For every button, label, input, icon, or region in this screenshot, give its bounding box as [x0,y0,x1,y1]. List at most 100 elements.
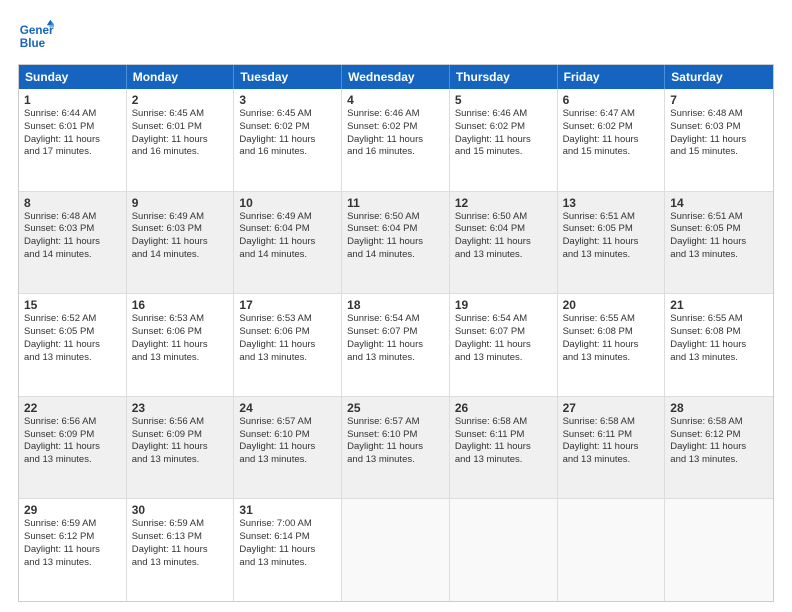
day-number: 3 [239,93,336,107]
calendar-row: 15Sunrise: 6:52 AM Sunset: 6:05 PM Dayli… [19,293,773,396]
day-info: Sunrise: 6:54 AM Sunset: 6:07 PM Dayligh… [347,313,444,364]
svg-text:General: General [20,24,54,37]
day-number: 13 [563,196,660,210]
day-number: 12 [455,196,552,210]
day-number: 8 [24,196,121,210]
header: General Blue [18,18,774,54]
day-number: 29 [24,503,121,517]
day-cell-16: 16Sunrise: 6:53 AM Sunset: 6:06 PM Dayli… [127,294,235,396]
day-cell-20: 20Sunrise: 6:55 AM Sunset: 6:08 PM Dayli… [558,294,666,396]
day-number: 30 [132,503,229,517]
day-cell-31: 31Sunrise: 7:00 AM Sunset: 6:14 PM Dayli… [234,499,342,601]
day-info: Sunrise: 6:49 AM Sunset: 6:03 PM Dayligh… [132,211,229,262]
day-info: Sunrise: 6:56 AM Sunset: 6:09 PM Dayligh… [24,416,121,467]
day-number: 17 [239,298,336,312]
day-info: Sunrise: 6:58 AM Sunset: 6:11 PM Dayligh… [563,416,660,467]
day-cell-26: 26Sunrise: 6:58 AM Sunset: 6:11 PM Dayli… [450,397,558,499]
day-info: Sunrise: 6:48 AM Sunset: 6:03 PM Dayligh… [24,211,121,262]
day-info: Sunrise: 7:00 AM Sunset: 6:14 PM Dayligh… [239,518,336,569]
day-info: Sunrise: 6:52 AM Sunset: 6:05 PM Dayligh… [24,313,121,364]
day-number: 6 [563,93,660,107]
day-cell-18: 18Sunrise: 6:54 AM Sunset: 6:07 PM Dayli… [342,294,450,396]
calendar-row: 8Sunrise: 6:48 AM Sunset: 6:03 PM Daylig… [19,191,773,294]
day-cell-9: 9Sunrise: 6:49 AM Sunset: 6:03 PM Daylig… [127,192,235,294]
day-info: Sunrise: 6:59 AM Sunset: 6:13 PM Dayligh… [132,518,229,569]
day-info: Sunrise: 6:57 AM Sunset: 6:10 PM Dayligh… [347,416,444,467]
day-cell-12: 12Sunrise: 6:50 AM Sunset: 6:04 PM Dayli… [450,192,558,294]
day-number: 23 [132,401,229,415]
day-number: 11 [347,196,444,210]
header-cell-monday: Monday [127,65,235,89]
day-info: Sunrise: 6:50 AM Sunset: 6:04 PM Dayligh… [455,211,552,262]
day-info: Sunrise: 6:45 AM Sunset: 6:01 PM Dayligh… [132,108,229,159]
day-info: Sunrise: 6:58 AM Sunset: 6:12 PM Dayligh… [670,416,768,467]
day-info: Sunrise: 6:59 AM Sunset: 6:12 PM Dayligh… [24,518,121,569]
day-cell-19: 19Sunrise: 6:54 AM Sunset: 6:07 PM Dayli… [450,294,558,396]
day-cell-8: 8Sunrise: 6:48 AM Sunset: 6:03 PM Daylig… [19,192,127,294]
day-cell-25: 25Sunrise: 6:57 AM Sunset: 6:10 PM Dayli… [342,397,450,499]
day-info: Sunrise: 6:47 AM Sunset: 6:02 PM Dayligh… [563,108,660,159]
day-cell-7: 7Sunrise: 6:48 AM Sunset: 6:03 PM Daylig… [665,89,773,191]
logo: General Blue [18,18,58,54]
day-cell-3: 3Sunrise: 6:45 AM Sunset: 6:02 PM Daylig… [234,89,342,191]
header-cell-tuesday: Tuesday [234,65,342,89]
logo-icon: General Blue [18,18,54,54]
day-number: 9 [132,196,229,210]
calendar-body: 1Sunrise: 6:44 AM Sunset: 6:01 PM Daylig… [19,89,773,601]
day-info: Sunrise: 6:55 AM Sunset: 6:08 PM Dayligh… [670,313,768,364]
day-number: 7 [670,93,768,107]
day-number: 22 [24,401,121,415]
calendar: SundayMondayTuesdayWednesdayThursdayFrid… [18,64,774,602]
calendar-row: 22Sunrise: 6:56 AM Sunset: 6:09 PM Dayli… [19,396,773,499]
calendar-row: 1Sunrise: 6:44 AM Sunset: 6:01 PM Daylig… [19,89,773,191]
day-number: 15 [24,298,121,312]
header-cell-friday: Friday [558,65,666,89]
day-info: Sunrise: 6:51 AM Sunset: 6:05 PM Dayligh… [563,211,660,262]
day-number: 21 [670,298,768,312]
day-cell-15: 15Sunrise: 6:52 AM Sunset: 6:05 PM Dayli… [19,294,127,396]
day-number: 27 [563,401,660,415]
header-cell-wednesday: Wednesday [342,65,450,89]
header-cell-thursday: Thursday [450,65,558,89]
day-number: 20 [563,298,660,312]
day-info: Sunrise: 6:51 AM Sunset: 6:05 PM Dayligh… [670,211,768,262]
day-cell-29: 29Sunrise: 6:59 AM Sunset: 6:12 PM Dayli… [19,499,127,601]
svg-text:Blue: Blue [20,37,46,50]
day-number: 18 [347,298,444,312]
day-cell-2: 2Sunrise: 6:45 AM Sunset: 6:01 PM Daylig… [127,89,235,191]
day-number: 14 [670,196,768,210]
day-cell-27: 27Sunrise: 6:58 AM Sunset: 6:11 PM Dayli… [558,397,666,499]
day-info: Sunrise: 6:46 AM Sunset: 6:02 PM Dayligh… [347,108,444,159]
day-cell-13: 13Sunrise: 6:51 AM Sunset: 6:05 PM Dayli… [558,192,666,294]
day-info: Sunrise: 6:57 AM Sunset: 6:10 PM Dayligh… [239,416,336,467]
header-cell-saturday: Saturday [665,65,773,89]
day-info: Sunrise: 6:48 AM Sunset: 6:03 PM Dayligh… [670,108,768,159]
day-info: Sunrise: 6:55 AM Sunset: 6:08 PM Dayligh… [563,313,660,364]
calendar-header: SundayMondayTuesdayWednesdayThursdayFrid… [19,65,773,89]
empty-cell [558,499,666,601]
day-number: 5 [455,93,552,107]
day-number: 19 [455,298,552,312]
day-number: 16 [132,298,229,312]
day-cell-24: 24Sunrise: 6:57 AM Sunset: 6:10 PM Dayli… [234,397,342,499]
day-number: 4 [347,93,444,107]
day-cell-23: 23Sunrise: 6:56 AM Sunset: 6:09 PM Dayli… [127,397,235,499]
day-cell-14: 14Sunrise: 6:51 AM Sunset: 6:05 PM Dayli… [665,192,773,294]
day-cell-28: 28Sunrise: 6:58 AM Sunset: 6:12 PM Dayli… [665,397,773,499]
day-info: Sunrise: 6:50 AM Sunset: 6:04 PM Dayligh… [347,211,444,262]
day-cell-5: 5Sunrise: 6:46 AM Sunset: 6:02 PM Daylig… [450,89,558,191]
day-cell-30: 30Sunrise: 6:59 AM Sunset: 6:13 PM Dayli… [127,499,235,601]
day-cell-21: 21Sunrise: 6:55 AM Sunset: 6:08 PM Dayli… [665,294,773,396]
page: General Blue SundayMondayTuesdayWednesda… [0,0,792,612]
day-info: Sunrise: 6:56 AM Sunset: 6:09 PM Dayligh… [132,416,229,467]
day-info: Sunrise: 6:53 AM Sunset: 6:06 PM Dayligh… [239,313,336,364]
day-cell-22: 22Sunrise: 6:56 AM Sunset: 6:09 PM Dayli… [19,397,127,499]
day-number: 2 [132,93,229,107]
day-info: Sunrise: 6:46 AM Sunset: 6:02 PM Dayligh… [455,108,552,159]
day-number: 31 [239,503,336,517]
day-info: Sunrise: 6:54 AM Sunset: 6:07 PM Dayligh… [455,313,552,364]
day-number: 26 [455,401,552,415]
day-info: Sunrise: 6:45 AM Sunset: 6:02 PM Dayligh… [239,108,336,159]
day-cell-1: 1Sunrise: 6:44 AM Sunset: 6:01 PM Daylig… [19,89,127,191]
day-number: 28 [670,401,768,415]
